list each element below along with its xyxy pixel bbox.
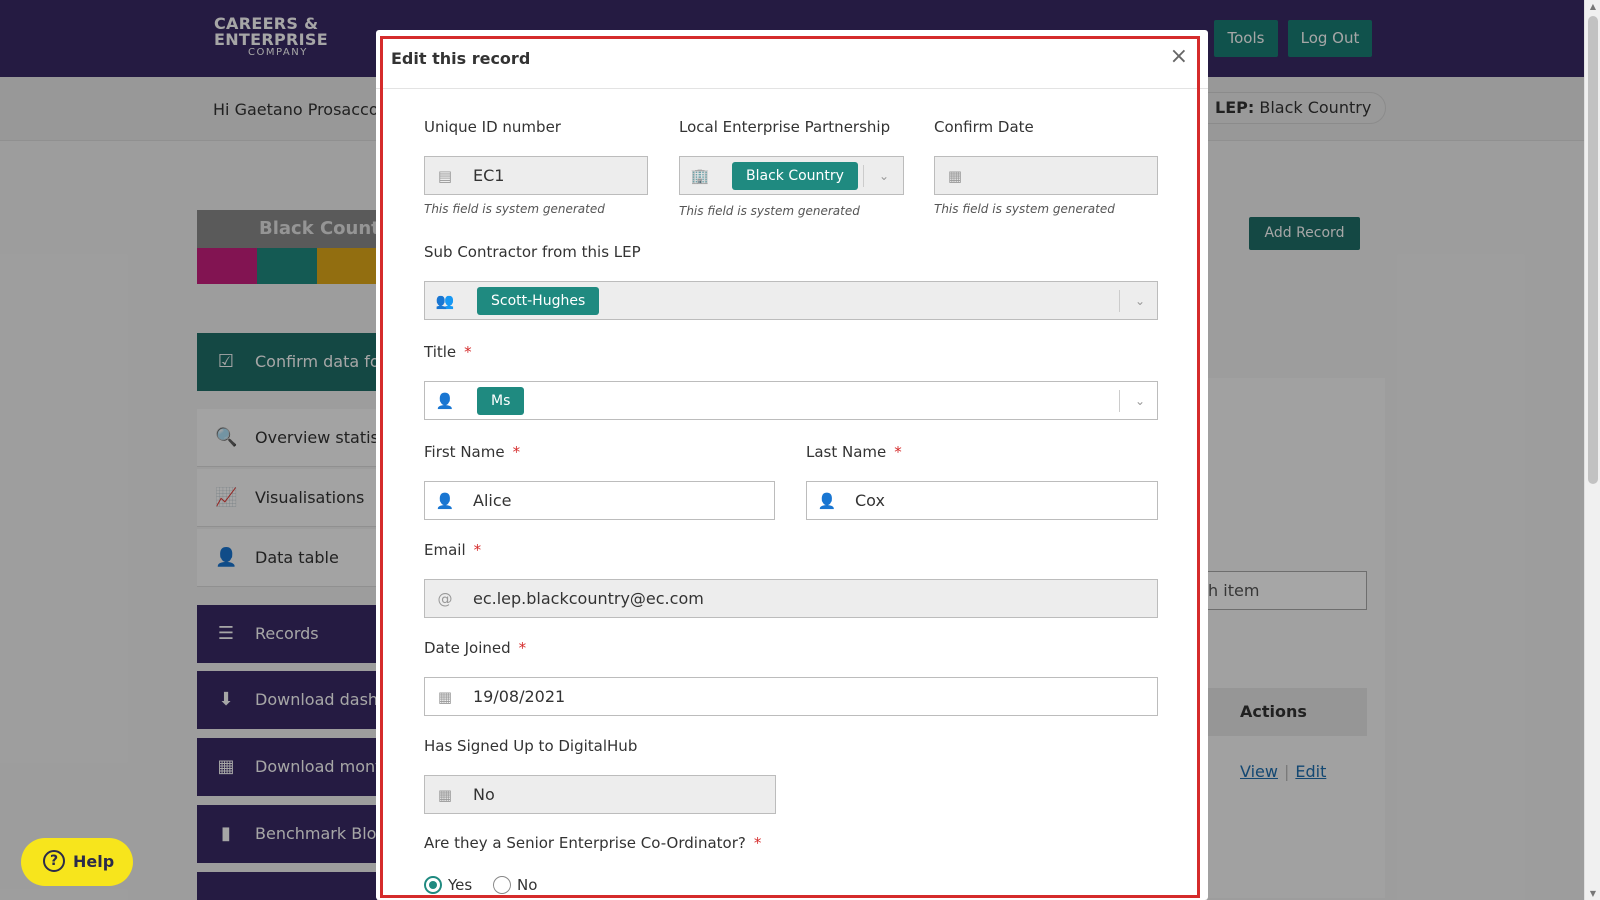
page-scrollbar[interactable]: ▲ ▼ [1584, 0, 1600, 900]
email-field[interactable]: @ ec.lep.blackcountry@ec.com [424, 579, 1158, 618]
required-asterisk: * [473, 541, 482, 559]
radio-no-label[interactable]: No [517, 876, 537, 894]
calendar-icon: ▦ [947, 167, 963, 185]
lep-select[interactable]: 🏢 Black Country ⌄ [679, 156, 904, 195]
required-asterisk: * [512, 443, 521, 461]
modal-title: Edit this record [391, 49, 531, 68]
first-name-field[interactable]: 👤 Alice [424, 481, 775, 520]
chevron-down-icon[interactable]: ⌄ [1132, 390, 1148, 412]
user-icon: 👤 [817, 492, 837, 510]
required-asterisk: * [894, 443, 902, 461]
confirm-date-field[interactable]: ▦ [934, 156, 1158, 195]
first-name-label: First Name * [424, 443, 521, 461]
lep-chip: Black Country [732, 162, 858, 190]
senior-coordinator-label: Are they a Senior Enterprise Co-Ordinato… [424, 834, 762, 852]
date-joined-label: Date Joined * [424, 639, 527, 657]
senior-coordinator-radio-group: Yes No [424, 875, 553, 894]
calendar-icon: ▦ [437, 786, 453, 804]
lep-hint: This field is system generated [679, 204, 860, 218]
building-icon: 🏢 [690, 167, 710, 185]
question-mark-icon: ? [43, 850, 65, 872]
date-joined-field[interactable]: ▦ 19/08/2021 [424, 677, 1158, 716]
radio-yes[interactable] [424, 875, 442, 894]
sub-contractor-select[interactable]: 👥 Scott-Hughes ⌄ [424, 281, 1158, 320]
confirm-date-hint: This field is system generated [934, 202, 1115, 216]
unique-id-hint: This field is system generated [424, 202, 605, 216]
user-icon: 👤 [435, 492, 455, 510]
at-sign-icon: @ [437, 590, 453, 608]
help-label: Help [73, 852, 115, 871]
unique-id-field[interactable]: ▤ EC1 [424, 156, 648, 195]
radio-no[interactable] [493, 875, 511, 894]
modal-header: Edit this record × [376, 30, 1208, 89]
title-chip: Ms [477, 387, 525, 415]
scrollbar-thumb[interactable] [1588, 16, 1598, 484]
title-select[interactable]: 👤 Ms ⌄ [424, 381, 1158, 420]
email-label: Email * [424, 541, 482, 559]
title-label: Title * [424, 343, 472, 361]
id-card-icon: ▤ [437, 167, 453, 185]
user-icon: 👤 [435, 392, 455, 410]
radio-yes-label[interactable]: Yes [448, 876, 472, 894]
scroll-down-arrow-icon[interactable]: ▼ [1588, 889, 1598, 898]
sub-contractor-label: Sub Contractor from this LEP [424, 243, 641, 261]
unique-id-label: Unique ID number [424, 118, 561, 136]
close-icon[interactable]: × [1170, 46, 1188, 68]
help-button[interactable]: ? Help [21, 838, 133, 886]
last-name-label: Last Name * [806, 443, 902, 461]
lep-field-label: Local Enterprise Partnership [679, 118, 891, 136]
required-asterisk: * [753, 834, 762, 852]
scroll-up-arrow-icon[interactable]: ▲ [1588, 2, 1598, 11]
digitalhub-field[interactable]: ▦ No [424, 775, 776, 814]
confirm-date-label: Confirm Date [934, 118, 1034, 136]
calendar-icon: ▦ [437, 688, 453, 706]
users-icon: 👥 [435, 292, 455, 310]
chevron-down-icon[interactable]: ⌄ [1132, 290, 1148, 312]
chevron-down-icon[interactable]: ⌄ [876, 165, 892, 187]
required-asterisk: * [518, 639, 527, 657]
sub-contractor-chip: Scott-Hughes [477, 287, 600, 315]
dropdown-separator [1119, 290, 1120, 312]
required-asterisk: * [464, 343, 472, 361]
dropdown-separator [863, 165, 864, 187]
last-name-field[interactable]: 👤 Cox [806, 481, 1158, 520]
digitalhub-label: Has Signed Up to DigitalHub [424, 737, 638, 755]
dropdown-separator [1119, 390, 1120, 412]
